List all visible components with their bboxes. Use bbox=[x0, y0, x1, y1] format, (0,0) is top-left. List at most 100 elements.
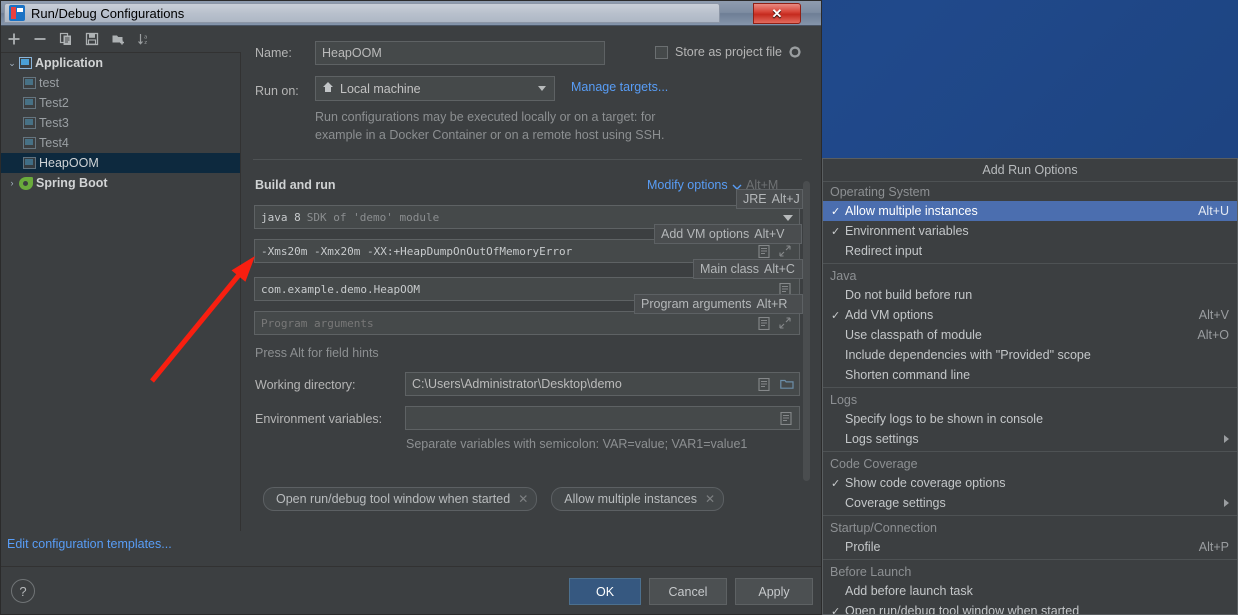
menu-group-header: Operating System bbox=[830, 185, 931, 199]
store-as-project-file-label: Store as project file bbox=[675, 45, 782, 59]
menu-item-open-run-debug-tool-window-when-started[interactable]: ✓ Open run/debug tool window when started bbox=[823, 601, 1237, 615]
working-directory-macro-icon[interactable] bbox=[758, 377, 771, 391]
module-icon bbox=[19, 57, 32, 69]
menu-item-include-dependencies-with-provided-scope[interactable]: Include dependencies with "Provided" sco… bbox=[823, 345, 1237, 365]
copy-icon[interactable] bbox=[53, 27, 79, 51]
menu-item-use-classpath-of-module[interactable]: Use classpath of module Alt+O bbox=[823, 325, 1237, 345]
module-icon bbox=[23, 157, 36, 169]
menu-item-label: Profile bbox=[845, 540, 881, 554]
menu-item-label: Specify logs to be shown in console bbox=[845, 412, 1044, 426]
menu-item-redirect-input[interactable]: Redirect input bbox=[823, 241, 1237, 261]
chevron-right-icon[interactable] bbox=[1224, 499, 1229, 507]
menu-item-label: Show code coverage options bbox=[845, 476, 1006, 490]
menu-item-specify-logs-to-be-shown-in-console[interactable]: Specify logs to be shown in console bbox=[823, 409, 1237, 429]
save-icon[interactable] bbox=[79, 27, 105, 51]
working-directory-field[interactable]: C:\Users\Administrator\Desktop\demo bbox=[405, 372, 800, 396]
hint-label: Main class bbox=[700, 262, 760, 276]
chevron-down-icon[interactable] bbox=[538, 86, 546, 91]
hint-label: JRE bbox=[743, 192, 767, 206]
folder-icon[interactable] bbox=[780, 378, 794, 391]
program-arguments-field[interactable]: Program arguments bbox=[254, 311, 800, 335]
option-chip[interactable]: Open run/debug tool window when started ✕ bbox=[263, 487, 538, 511]
menu-item-label: Redirect input bbox=[845, 244, 923, 258]
edit-configuration-templates-link[interactable]: Edit configuration templates... bbox=[7, 537, 172, 551]
jre-chevron-down-icon[interactable] bbox=[783, 215, 793, 221]
menu-item-logs-settings[interactable]: Logs settings bbox=[823, 429, 1237, 449]
run-on-description-line1: Run configurations may be executed local… bbox=[315, 110, 656, 124]
tree-item-test4[interactable]: Test4 bbox=[1, 133, 240, 153]
form-scrollbar[interactable] bbox=[803, 181, 810, 481]
run-on-combobox[interactable]: Local machine bbox=[315, 76, 555, 101]
configurations-tree: ⌄ Application test Test2 Test3 Test4 HeapOOM › S… bbox=[1, 53, 241, 531]
run-on-description-line2: example in a Docker Container or on a re… bbox=[315, 128, 665, 142]
menu-item-show-code-coverage-options[interactable]: ✓ Show code coverage options bbox=[823, 473, 1237, 493]
menu-item-do-not-build-before-run[interactable]: Do not build before run bbox=[823, 285, 1237, 305]
close-icon[interactable]: ✕ bbox=[518, 492, 528, 506]
menu-group-header: Before Launch bbox=[830, 565, 912, 579]
program-arguments-expand-icon[interactable] bbox=[779, 316, 792, 330]
help-button[interactable]: ? bbox=[11, 579, 35, 603]
menu-item-label: Allow multiple instances bbox=[845, 204, 978, 218]
menu-item-profile[interactable]: Profile Alt+P bbox=[823, 537, 1237, 557]
chevron-right-icon[interactable]: › bbox=[5, 178, 19, 188]
menu-item-label: Add before launch task bbox=[845, 584, 973, 598]
menu-item-add-before-launch-task[interactable]: Add before launch task bbox=[823, 581, 1237, 601]
program-arguments-editor-icon[interactable] bbox=[758, 316, 771, 330]
menu-divider bbox=[823, 263, 1237, 264]
expand-editor-icon[interactable] bbox=[758, 244, 771, 258]
plus-icon[interactable] bbox=[1, 27, 27, 51]
option-chip[interactable]: Allow multiple instances ✕ bbox=[551, 487, 725, 511]
modify-options-link[interactable]: Modify options bbox=[647, 178, 728, 192]
store-as-project-file-checkbox[interactable] bbox=[655, 45, 668, 59]
hint-program-arguments: Program arguments Alt+R bbox=[634, 294, 803, 314]
menu-item-label: Include dependencies with "Provided" sco… bbox=[845, 348, 1091, 362]
close-icon[interactable]: ✕ bbox=[753, 3, 801, 24]
menu-item-shorten-command-line[interactable]: Shorten command line bbox=[823, 365, 1237, 385]
apply-button[interactable]: Apply bbox=[735, 578, 813, 605]
option-chip-label: Allow multiple instances bbox=[564, 492, 697, 506]
tree-item-spring-boot[interactable]: › Spring Boot bbox=[1, 173, 240, 193]
vm-options-value: -Xms20m -Xmx20m -XX:+HeapDumpOnOutOfMemo… bbox=[261, 244, 573, 258]
folder-add-icon[interactable] bbox=[105, 27, 131, 51]
run-on-row: Run on: bbox=[255, 84, 299, 98]
menu-divider bbox=[823, 387, 1237, 388]
intellij-icon bbox=[9, 5, 25, 21]
module-icon bbox=[23, 137, 36, 149]
minus-icon[interactable] bbox=[27, 27, 53, 51]
tree-item-heapoom[interactable]: HeapOOM bbox=[1, 153, 240, 173]
tree-item-test[interactable]: test bbox=[1, 73, 240, 93]
tree-item-test2[interactable]: Test2 bbox=[1, 93, 240, 113]
window-title: Run/Debug Configurations bbox=[31, 5, 185, 21]
menu-item-shortcut: Alt+V bbox=[1198, 308, 1229, 322]
menu-item-environment-variables[interactable]: ✓ Environment variables bbox=[823, 221, 1237, 241]
menu-group-header: Code Coverage bbox=[830, 457, 918, 471]
menu-item-coverage-settings[interactable]: Coverage settings bbox=[823, 493, 1237, 513]
close-icon[interactable]: ✕ bbox=[705, 492, 715, 506]
manage-targets-link[interactable]: Manage targets... bbox=[571, 80, 668, 94]
menu-item-label: Open run/debug tool window when started bbox=[845, 604, 1080, 615]
sort-alpha-icon[interactable]: a z bbox=[131, 27, 157, 51]
name-label: Name: bbox=[255, 46, 292, 60]
environment-variables-label: Environment variables: bbox=[255, 412, 383, 426]
menu-item-allow-multiple-instances[interactable]: ✓ Allow multiple instances Alt+U bbox=[823, 201, 1237, 221]
menu-item-shortcut: Alt+U bbox=[1198, 204, 1229, 218]
store-as-project-file-row[interactable]: Store as project file bbox=[655, 45, 802, 59]
tree-item-application[interactable]: ⌄ Application bbox=[1, 53, 240, 73]
environment-variables-field[interactable] bbox=[405, 406, 800, 430]
jre-prefix: java 8 bbox=[261, 210, 301, 224]
home-icon bbox=[322, 81, 334, 96]
configuration-form: Name: HeapOOM Store as project file Run … bbox=[242, 27, 821, 531]
name-row: Name: bbox=[255, 46, 292, 60]
gear-icon[interactable] bbox=[789, 45, 802, 59]
menu-item-add-vm-options[interactable]: ✓ Add VM options Alt+V bbox=[823, 305, 1237, 325]
tree-item-test3[interactable]: Test3 bbox=[1, 113, 240, 133]
name-input[interactable]: HeapOOM bbox=[315, 41, 605, 65]
environment-variables-editor-icon[interactable] bbox=[780, 411, 793, 425]
chevron-right-icon[interactable] bbox=[1224, 435, 1229, 443]
expand-arrows-icon[interactable] bbox=[779, 244, 792, 258]
chevron-down-icon[interactable]: ⌄ bbox=[5, 58, 19, 69]
tree-item-label: Test4 bbox=[39, 136, 69, 150]
run-on-value: Local machine bbox=[340, 81, 421, 96]
cancel-button[interactable]: Cancel bbox=[649, 578, 727, 605]
ok-button[interactable]: OK bbox=[569, 578, 641, 605]
